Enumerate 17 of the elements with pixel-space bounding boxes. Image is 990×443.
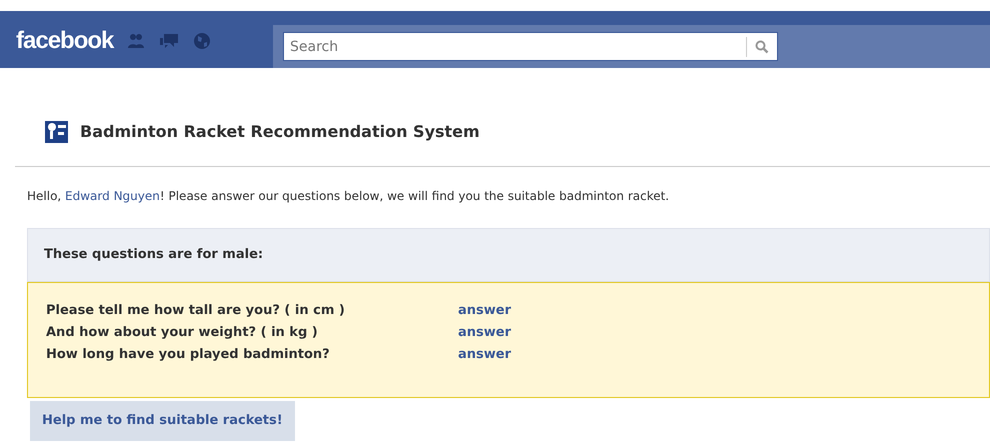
answer-link[interactable]: answer: [458, 347, 512, 363]
greeting-text: Hello, Edward Nguyen! Please answer our questions below, we will find you the suitable badminton racket.: [27, 188, 670, 205]
question-text: Please tell me how tall are you? ( in cm ): [46, 303, 346, 319]
app-title: Badminton Racket Recommendation System: [80, 121, 480, 143]
find-rackets-button[interactable]: Help me to find suitable rackets!: [30, 401, 295, 441]
app-icon: [45, 121, 68, 143]
answer-link[interactable]: answer: [458, 303, 512, 319]
messages-icon[interactable]: [159, 32, 180, 48]
question-text: How long have you played badminton?: [46, 347, 331, 363]
friends-icon[interactable]: [127, 32, 146, 48]
user-link[interactable]: Edward Nguyen: [65, 189, 160, 203]
question-text: And how about your weight? ( in kg ): [46, 325, 319, 341]
search-icon[interactable]: [755, 40, 769, 54]
section-title: These questions are for male:: [44, 246, 264, 264]
answer-link[interactable]: answer: [458, 325, 512, 341]
logo[interactable]: facebook: [16, 22, 114, 58]
globe-icon[interactable]: [193, 32, 212, 50]
